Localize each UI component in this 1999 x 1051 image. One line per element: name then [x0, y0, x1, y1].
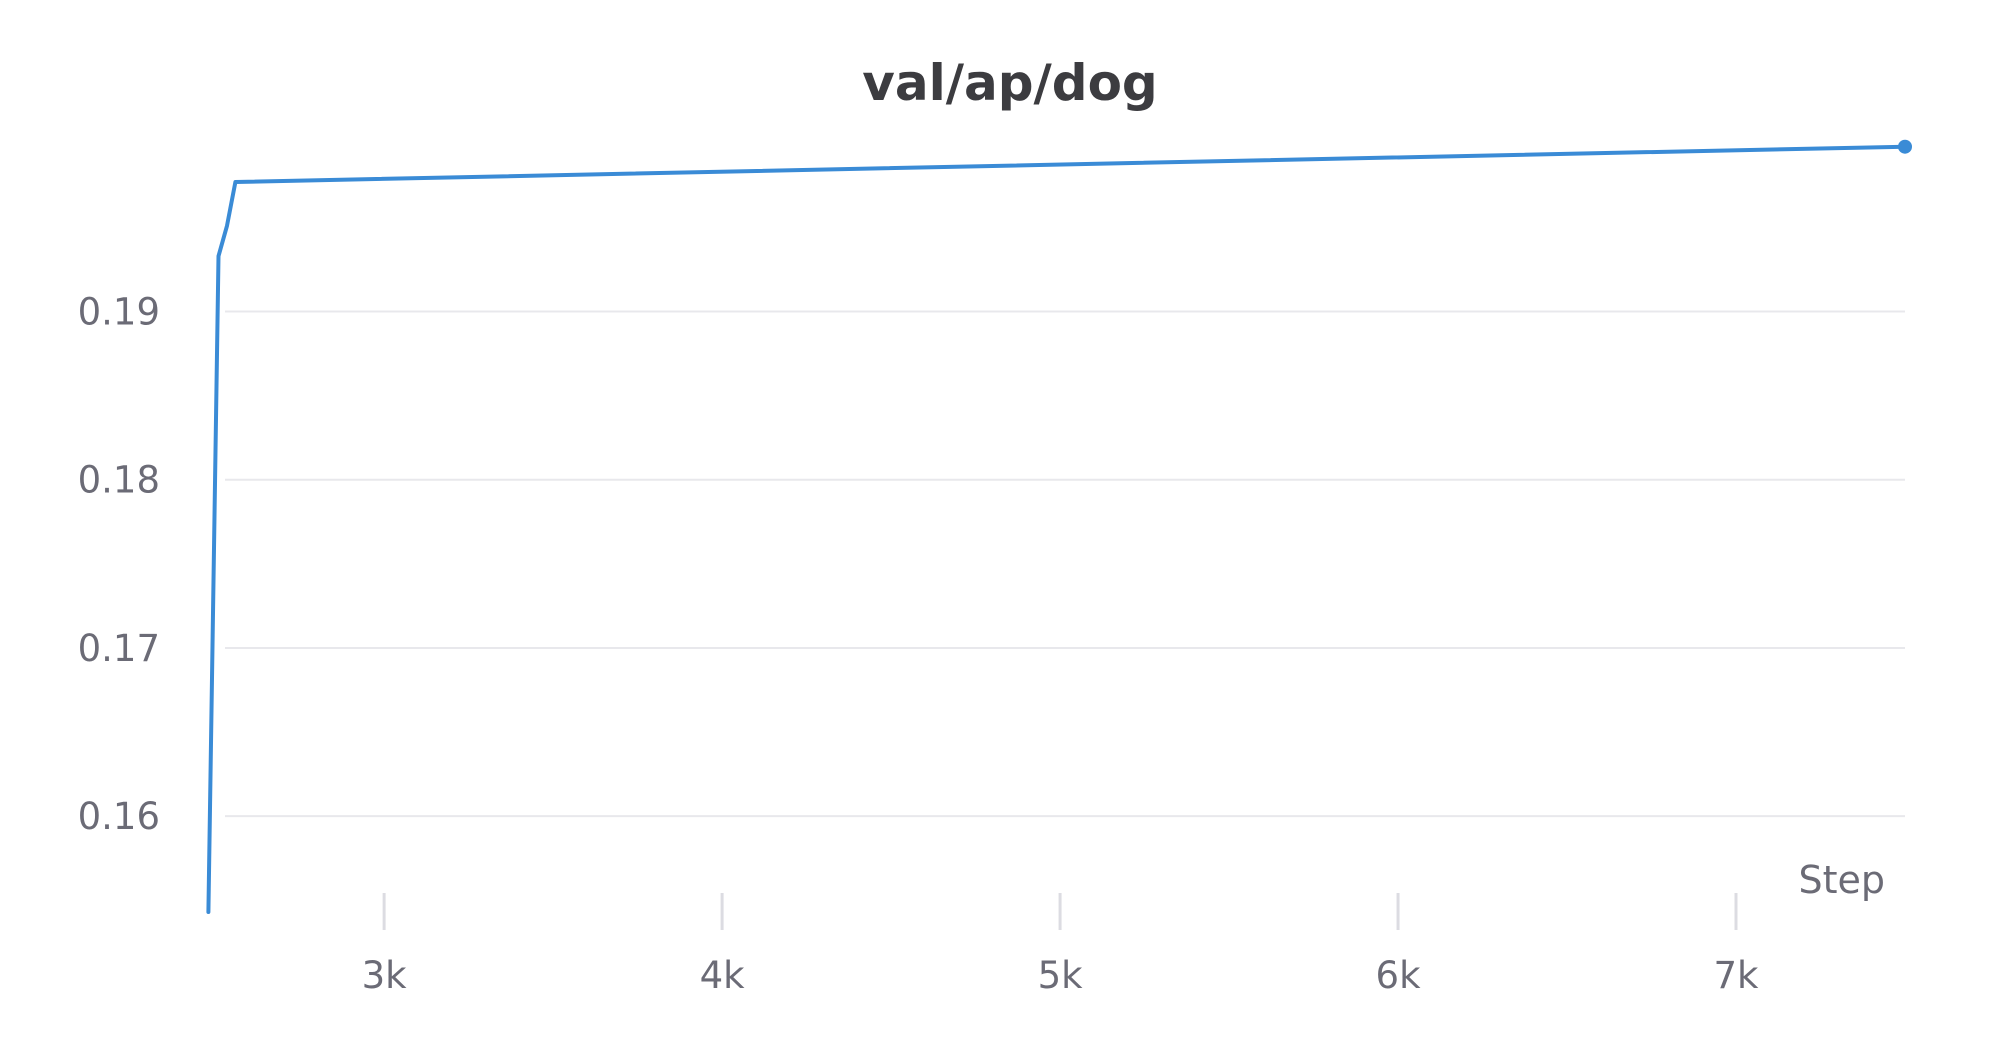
- series-line: [206, 144, 1907, 914]
- series-end-point[interactable]: [1898, 139, 1912, 154]
- series-layer: [206, 139, 1912, 914]
- x-tick-label: 6k: [1376, 954, 1422, 997]
- x-tick-label: 4k: [700, 954, 746, 997]
- y-tick-label: 0.16: [78, 795, 160, 838]
- grid-lines: [225, 310, 1905, 818]
- line-chart: val/ap/dog 0.16 0.17 0.18 0.19 3k 4k 5k 6k 7k S…: [78, 54, 1912, 997]
- chart-title: val/ap/dog: [862, 54, 1157, 112]
- y-tick-label: 0.19: [78, 291, 160, 334]
- x-tick-label: 5k: [1038, 954, 1084, 997]
- x-axis-label: Step: [1798, 858, 1885, 902]
- y-tick-label: 0.18: [78, 459, 160, 502]
- x-tick-label: 3k: [362, 954, 408, 997]
- y-axis-tick-labels: 0.16 0.17 0.18 0.19: [78, 291, 160, 839]
- x-tick-label: 7k: [1714, 954, 1760, 997]
- chart-panel: val/ap/dog 0.16 0.17 0.18 0.19 3k 4k 5k 6k 7k S…: [0, 0, 1999, 1051]
- y-tick-label: 0.17: [78, 627, 160, 670]
- x-axis-ticks: 3k 4k 5k 6k 7k: [362, 893, 1759, 997]
